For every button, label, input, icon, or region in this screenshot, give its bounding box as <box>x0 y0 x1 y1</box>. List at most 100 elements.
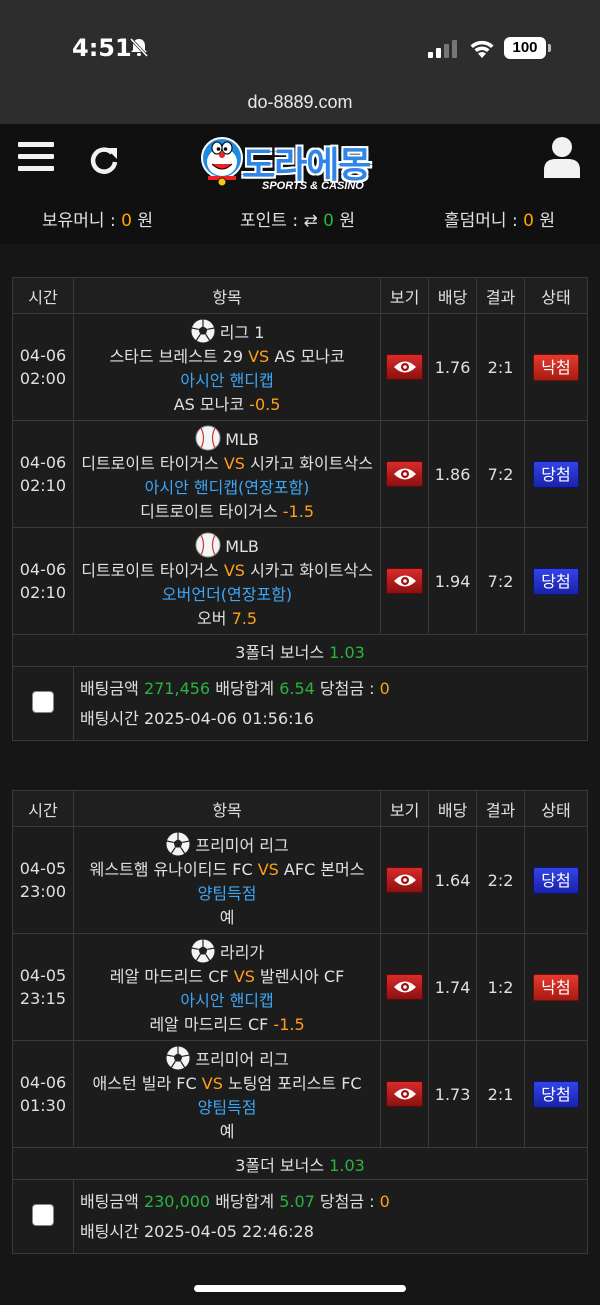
matchup: 웨스트햄 유나이티드 FC VS AFC 본머스 <box>89 859 365 879</box>
col-result-header: 결과 <box>476 790 526 827</box>
eye-icon <box>394 981 417 993</box>
league-name: 라리가 <box>76 938 378 965</box>
market-type: 양팀득점 <box>197 883 257 903</box>
hamburger-menu-icon[interactable] <box>18 142 54 174</box>
game-row: 04-06 02:00 리그 1 스타드 브레스트 29 VS AS 모나코 아시… <box>12 313 588 421</box>
soccer-ball-icon <box>190 938 216 963</box>
game-result: 2:1 <box>476 313 526 421</box>
game-time: 04-06 02:10 <box>12 527 74 635</box>
market-type: 아시안 핸디캡 <box>180 370 274 390</box>
col-item-header: 항목 <box>72 277 382 314</box>
game-item: MLB 디트로이트 타이거스 VS 시카고 화이트삭스 오버언더(연장포함) 오… <box>72 527 382 635</box>
status-cell: 당첨 <box>524 420 588 528</box>
bet-time: 배팅시간 2025-04-06 01:56:16 <box>79 708 314 728</box>
balance-row: 보유머니 : 0 원 포인트 : ⇄ 0 원 홀덤머니 : 0 원 <box>0 204 600 236</box>
game-odds: 1.74 <box>428 933 478 1041</box>
status-badge: 낙첨 <box>533 973 579 1001</box>
holdem-balance: 홀덤머니 : 0 원 <box>444 211 555 231</box>
game-result: 2:2 <box>476 826 526 934</box>
game-odds: 1.76 <box>428 313 478 421</box>
matchup: 스타드 브레스트 29 VS AS 모나코 <box>109 346 345 366</box>
bet-time: 배팅시간 2025-04-05 22:46:28 <box>79 1221 314 1241</box>
game-result: 7:2 <box>476 527 526 635</box>
game-item: 리그 1 스타드 브레스트 29 VS AS 모나코 아시안 핸디캡 AS 모나… <box>72 313 382 421</box>
view-details-button[interactable] <box>386 568 424 594</box>
select-checkbox[interactable] <box>31 690 54 713</box>
home-indicator[interactable] <box>194 1285 406 1292</box>
pick: AS 모나코 -0.5 <box>173 394 281 414</box>
select-checkbox[interactable] <box>31 1203 54 1226</box>
game-odds: 1.73 <box>428 1040 478 1148</box>
slip-header-row: 시간 항목 보기 배당 결과 상태 <box>12 790 588 827</box>
site-logo[interactable]: 도라에몽 SPORTS & CASINO <box>200 132 400 194</box>
status-cell: 당첨 <box>524 1040 588 1148</box>
market-type: 오버언더(연장포함) <box>161 584 293 604</box>
league-name: 프리미어 리그 <box>76 1045 378 1072</box>
view-cell <box>380 420 430 528</box>
url-bar[interactable]: do-8889.com <box>0 84 600 124</box>
select-cell <box>12 1179 74 1254</box>
baseball-icon <box>195 425 221 450</box>
bonus-row: 3폴더 보너스 1.03 <box>12 634 588 667</box>
game-row: 04-05 23:00 프리미어 리그 웨스트햄 유나이티드 FC VS AFC … <box>12 826 588 934</box>
bell-muted-icon <box>129 37 149 58</box>
wifi-icon <box>470 40 494 58</box>
eye-icon <box>394 1088 417 1100</box>
select-cell <box>12 666 74 741</box>
league-name: 리그 1 <box>76 318 378 345</box>
market-type: 아시안 핸디캡(연장포함) <box>144 477 310 497</box>
eye-icon <box>394 468 417 480</box>
status-badge: 당첨 <box>533 866 579 894</box>
refresh-icon[interactable] <box>88 144 120 176</box>
game-time: 04-06 02:10 <box>12 420 74 528</box>
league-name: MLB <box>76 425 378 452</box>
col-item-header: 항목 <box>72 790 382 827</box>
status-cell: 낙첨 <box>524 933 588 1041</box>
game-odds: 1.94 <box>428 527 478 635</box>
market-type: 아시안 핸디캡 <box>180 990 274 1010</box>
col-time-header: 시간 <box>12 277 74 314</box>
exchange-icon[interactable]: ⇄ <box>303 211 317 231</box>
view-cell <box>380 313 430 421</box>
game-time: 04-06 02:00 <box>12 313 74 421</box>
view-cell <box>380 933 430 1041</box>
soccer-ball-icon <box>165 1045 191 1070</box>
bet-amounts: 배팅금액 271,456 배당합계 6.54 당첨금 : 0 <box>79 678 390 698</box>
col-result-header: 결과 <box>476 277 526 314</box>
game-item: 프리미어 리그 웨스트햄 유나이티드 FC VS AFC 본머스 양팀득점 예 <box>72 826 382 934</box>
status-badge: 당첨 <box>533 567 579 595</box>
view-details-button[interactable] <box>386 974 424 1000</box>
game-odds: 1.86 <box>428 420 478 528</box>
slip-header-row: 시간 항목 보기 배당 결과 상태 <box>12 277 588 314</box>
status-badge: 당첨 <box>533 460 579 488</box>
summary-row: 배팅금액 230,000 배당합계 5.07 당첨금 : 0 배팅시간 2025… <box>12 1179 589 1254</box>
col-view-header: 보기 <box>380 277 430 314</box>
money-balance: 보유머니 : 0 원 <box>42 211 153 231</box>
baseball-icon <box>195 532 221 557</box>
view-details-button[interactable] <box>386 1081 424 1107</box>
view-details-button[interactable] <box>386 867 424 893</box>
game-time: 04-05 23:15 <box>12 933 74 1041</box>
soccer-ball-icon <box>165 831 191 856</box>
game-row: 04-05 23:15 라리가 레알 마드리드 CF VS 발렌시아 CF 아시안… <box>12 933 588 1041</box>
soccer-ball-icon <box>190 318 216 343</box>
folder-bonus: 3폴더 보너스 1.03 <box>12 634 588 667</box>
logo-subtitle: SPORTS & CASINO <box>262 180 364 192</box>
bet-summary: 배팅금액 271,456 배당합계 6.54 당첨금 : 0 배팅시간 2025… <box>72 666 589 741</box>
col-status-header: 상태 <box>524 790 588 827</box>
site-header: 도라에몽 SPORTS & CASINO 보유머니 : 0 원 포인트 : ⇄ … <box>0 124 600 244</box>
pick: 레알 마드리드 CF -1.5 <box>149 1014 305 1034</box>
view-details-button[interactable] <box>386 354 424 380</box>
game-item: 프리미어 리그 애스턴 빌라 FC VS 노팅엄 포리스트 FC 양팀득점 예 <box>72 1040 382 1148</box>
pick: 예 <box>219 1121 235 1141</box>
bonus-row: 3폴더 보너스 1.03 <box>12 1147 588 1180</box>
view-details-button[interactable] <box>386 461 424 487</box>
view-cell <box>380 1040 430 1148</box>
view-cell <box>380 527 430 635</box>
user-account-icon[interactable] <box>544 136 580 178</box>
eye-icon <box>394 874 417 886</box>
game-time: 04-05 23:00 <box>12 826 74 934</box>
battery-icon: 100 <box>504 37 551 59</box>
game-row: 04-06 02:10 MLB 디트로이트 타이거스 VS 시카고 화이트삭스 아… <box>12 420 588 528</box>
doraemon-logo-icon <box>201 137 243 187</box>
